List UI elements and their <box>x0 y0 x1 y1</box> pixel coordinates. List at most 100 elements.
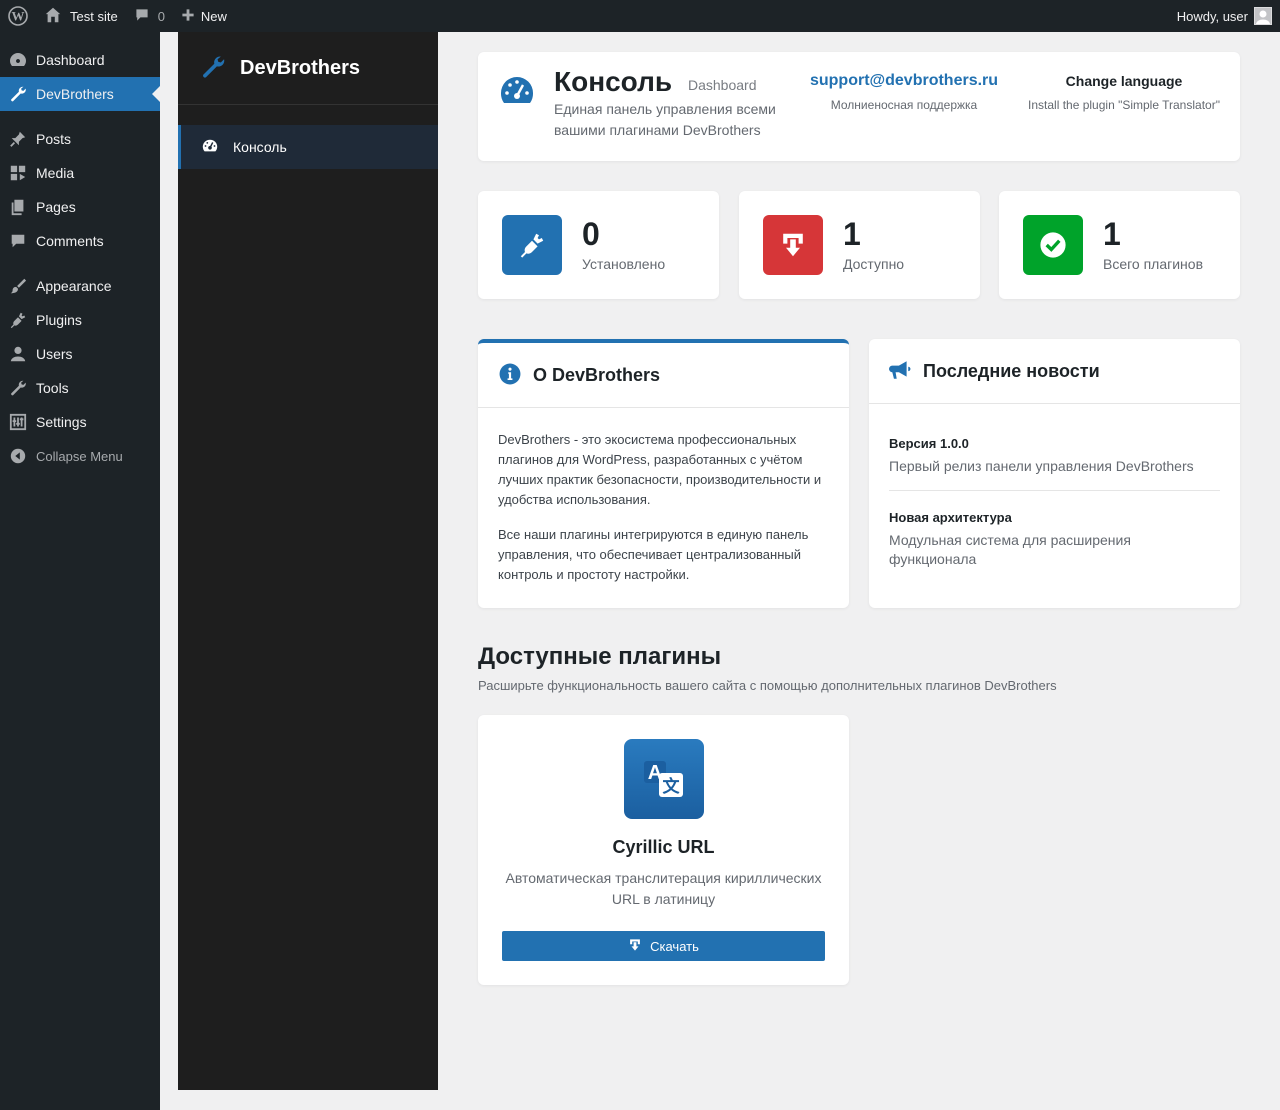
about-card-body: DevBrothers - это экосистема профессиона… <box>478 408 849 585</box>
stat-card-total: 1 Всего плагинов <box>999 191 1240 299</box>
plug-icon <box>502 215 562 275</box>
menu-item-media[interactable]: Media <box>0 156 160 190</box>
menu-label: Pages <box>36 199 76 215</box>
stat-value: 0 <box>582 216 600 252</box>
plug-icon <box>8 310 28 330</box>
admin-bar: W Test site 0 New Howdy, user <box>0 0 1280 32</box>
download-icon <box>628 938 642 955</box>
wrench-icon <box>200 54 226 83</box>
check-circle-icon <box>1023 215 1083 275</box>
collapse-icon <box>8 446 28 466</box>
collapse-menu-button[interactable]: Collapse Menu <box>0 439 160 473</box>
comments-link[interactable]: 0 <box>126 0 173 32</box>
menu-item-appearance[interactable]: Appearance <box>0 269 160 303</box>
gauge-icon <box>201 137 219 158</box>
menu-item-tools[interactable]: Tools <box>0 371 160 405</box>
sidebar-item-console[interactable]: Консоль <box>178 125 438 169</box>
wrench-icon <box>8 378 28 398</box>
news-card: Последние новости Версия 1.0.0 Первый ре… <box>869 339 1240 608</box>
menu-label: Settings <box>36 414 87 430</box>
user-icon <box>8 344 28 364</box>
menu-label: Media <box>36 165 75 181</box>
megaphone-icon <box>889 359 911 384</box>
menu-item-comments[interactable]: Comments <box>0 224 160 258</box>
menu-label: Users <box>36 346 73 362</box>
sliders-icon <box>8 412 28 432</box>
about-card-header: О DevBrothers <box>478 343 849 408</box>
sidebar-brand-title: DevBrothers <box>240 56 361 79</box>
plugin-card: A 文 Cyrillic URL Автоматическая транслит… <box>478 715 849 985</box>
plugin-sidebar: DevBrothers Консоль <box>178 32 438 1090</box>
menu-label: DevBrothers <box>36 86 114 102</box>
wrench-icon <box>8 84 28 104</box>
sidebar-brand: DevBrothers <box>178 32 438 105</box>
menu-item-settings[interactable]: Settings <box>0 405 160 439</box>
info-icon <box>499 363 521 388</box>
page-subtitle: Dashboard <box>688 77 757 93</box>
plugin-name: Cyrillic URL <box>612 837 715 857</box>
collapse-label: Collapse Menu <box>36 448 123 464</box>
wordpress-logo-icon[interactable]: W <box>0 0 36 32</box>
menu-item-pages[interactable]: Pages <box>0 190 160 224</box>
stat-value: 1 <box>843 216 861 252</box>
menu-label: Dashboard <box>36 52 105 68</box>
menu-label: Tools <box>36 380 69 396</box>
translate-icon: A 文 <box>624 739 704 819</box>
svg-text:文: 文 <box>663 776 681 797</box>
about-paragraph: DevBrothers - это экосистема профессиона… <box>498 432 822 507</box>
comment-icon <box>134 7 150 26</box>
menu-label: Plugins <box>36 312 82 328</box>
download-button-label: Скачать <box>650 938 699 954</box>
comments-count: 0 <box>157 8 165 24</box>
change-language-link[interactable]: Change language <box>1018 73 1230 89</box>
pin-icon <box>8 129 28 149</box>
news-item-title: Новая архитектура <box>889 510 1012 525</box>
support-note: Молниеносная поддержка <box>830 98 978 112</box>
home-icon <box>44 6 62 27</box>
support-email-link[interactable]: support@devbrothers.ru <box>798 72 1010 90</box>
site-name-link[interactable]: Test site <box>36 0 126 32</box>
section-title: Доступные плагины <box>478 643 722 670</box>
menu-item-dashboard[interactable]: Dashboard <box>0 43 160 77</box>
news-item-desc: Первый релиз панели управления DevBrothe… <box>889 458 1194 474</box>
howdy-label: Howdy, user <box>1176 8 1248 24</box>
stat-card-available: 1 Доступно <box>739 191 980 299</box>
menu-item-users[interactable]: Users <box>0 337 160 371</box>
menu-label: Posts <box>36 131 72 147</box>
new-label: New <box>200 8 227 24</box>
about-card-title: О DevBrothers <box>533 364 661 385</box>
about-card: О DevBrothers DevBrothers - это экосисте… <box>478 339 849 608</box>
page-title: Консоль <box>554 66 673 97</box>
page-description: Единая панель управления всеми вашими пл… <box>554 101 776 138</box>
new-content-link[interactable]: New <box>173 0 235 32</box>
menu-item-plugins[interactable]: Plugins <box>0 303 160 337</box>
user-account-link[interactable]: Howdy, user <box>1169 0 1280 32</box>
plus-icon <box>181 8 195 25</box>
menu-item-posts[interactable]: Posts <box>0 122 160 156</box>
stat-label: Всего плагинов <box>1103 256 1204 272</box>
avatar <box>1254 7 1272 25</box>
download-button[interactable]: Скачать <box>502 931 825 961</box>
sidebar-item-label: Консоль <box>233 139 287 155</box>
news-item: Версия 1.0.0 Первый релиз панели управле… <box>889 404 1220 491</box>
dashboard-icon <box>8 50 28 70</box>
news-card-header: Последние новости <box>869 339 1240 404</box>
stat-value: 1 <box>1103 216 1121 252</box>
about-paragraph: Все наши плагины интегрируются в единую … <box>498 527 809 582</box>
menu-label: Comments <box>36 233 104 249</box>
gauge-icon <box>500 76 534 109</box>
site-name-label: Test site <box>70 8 118 24</box>
stat-label: Доступно <box>843 256 905 272</box>
support-block: support@devbrothers.ru Молниеносная подд… <box>798 72 1010 112</box>
language-note: Install the plugin "Simple Translator" <box>1028 98 1220 112</box>
news-card-title: Последние новости <box>923 360 1100 381</box>
section-subtitle: Расширьте функциональность вашего сайта … <box>478 678 1057 693</box>
pages-icon <box>8 197 28 217</box>
stat-card-installed: 0 Установлено <box>478 191 719 299</box>
menu-item-devbrothers[interactable]: DevBrothers <box>0 77 160 111</box>
plugin-description: Автоматическая транслитерация кирилличес… <box>505 870 822 907</box>
language-block: Change language Install the plugin "Simp… <box>1018 73 1230 112</box>
news-item-title: Версия 1.0.0 <box>889 436 969 451</box>
stat-label: Установлено <box>582 256 666 272</box>
comment-icon <box>8 231 28 251</box>
